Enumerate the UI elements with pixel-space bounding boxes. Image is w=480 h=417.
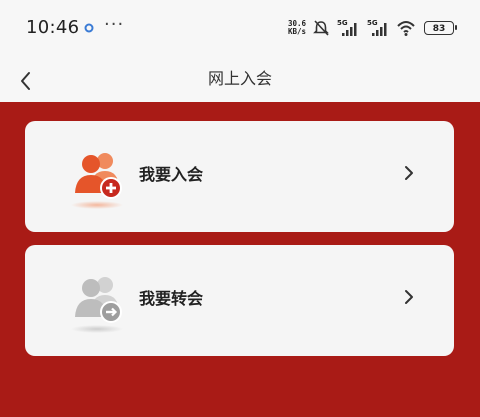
alarm-off-icon — [313, 20, 329, 36]
signal-label-1: 5G — [337, 19, 348, 27]
main-content: 我要入会 我要转会 — [0, 102, 480, 417]
status-bar: 10:46 ··· 30.6 KB/s 5G 5G 83 — [0, 0, 480, 56]
signal-label-2: 5G — [367, 19, 378, 27]
signal-5g-icon-2: 5G — [367, 19, 387, 36]
battery-icon: 83 — [424, 21, 457, 35]
network-speed: 30.6 KB/s — [288, 20, 306, 36]
more-notifications-icon: ··· — [104, 14, 125, 35]
chevron-right-icon — [405, 290, 413, 304]
wifi-icon — [397, 21, 415, 36]
status-time: 10:46 — [26, 17, 80, 38]
people-add-icon — [71, 153, 123, 209]
network-speed-unit: KB/s — [287, 27, 306, 36]
people-transfer-icon — [71, 277, 123, 333]
app-notification-icon — [84, 23, 94, 33]
page-title: 网上入会 — [207, 69, 272, 88]
chevron-right-icon — [405, 166, 413, 180]
transfer-union-label: 我要转会 — [139, 289, 204, 308]
transfer-union-card[interactable]: 我要转会 — [25, 245, 454, 356]
join-union-card[interactable]: 我要入会 — [25, 121, 454, 232]
signal-5g-icon: 5G — [337, 19, 357, 36]
join-union-label: 我要入会 — [139, 165, 204, 184]
header: 网上入会 — [0, 56, 480, 102]
status-icons: 30.6 KB/s 5G 5G 83 — [288, 16, 457, 40]
